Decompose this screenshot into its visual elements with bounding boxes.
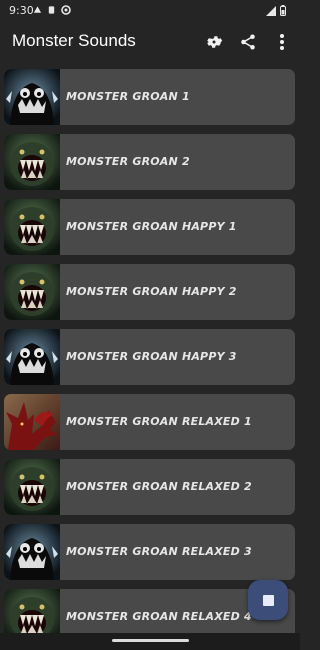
sound-label: MONSTER GROAN 2 — [66, 155, 190, 168]
page-title: Monster Sounds — [12, 31, 136, 50]
sound-item[interactable]: MONSTER GROAN RELAXED 1 — [4, 394, 295, 450]
sound-item[interactable]: MONSTER GROAN HAPPY 3 — [4, 329, 295, 385]
sync-icon — [61, 5, 71, 15]
monster-thumbnail — [4, 329, 60, 385]
monster-thumbnail — [4, 524, 60, 580]
monster-thumbnail — [4, 459, 60, 515]
sound-item[interactable]: MONSTER GROAN HAPPY 1 — [4, 199, 295, 255]
sound-item[interactable]: MONSTER GROAN HAPPY 2 — [4, 264, 295, 320]
monster-thumbnail — [4, 134, 60, 190]
stop-icon — [262, 594, 274, 606]
sound-item[interactable]: MONSTER GROAN 1 — [4, 69, 295, 125]
app-bar: Monster Sounds — [0, 22, 300, 62]
download-icon — [48, 6, 55, 14]
app-actions — [204, 32, 292, 52]
sound-label: MONSTER GROAN RELAXED 3 — [66, 545, 252, 558]
more-options-button[interactable] — [272, 32, 292, 52]
sound-item[interactable]: MONSTER GROAN 2 — [4, 134, 295, 190]
stop-button[interactable] — [248, 580, 288, 620]
sound-label: MONSTER GROAN 1 — [66, 90, 190, 103]
navigation-bar — [0, 633, 300, 650]
status-time: 9:30 — [9, 4, 34, 17]
sound-label: MONSTER GROAN HAPPY 2 — [66, 285, 237, 298]
sound-label: MONSTER GROAN RELAXED 1 — [66, 415, 252, 428]
share-icon — [241, 34, 255, 50]
status-right-icons — [266, 5, 286, 16]
status-left-icons — [33, 5, 71, 15]
share-button[interactable] — [238, 32, 258, 52]
home-handle[interactable] — [112, 639, 189, 642]
sound-label: MONSTER GROAN HAPPY 3 — [66, 350, 237, 363]
status-bar: 9:30 — [0, 0, 300, 22]
monster-thumbnail — [4, 69, 60, 125]
sound-item[interactable]: MONSTER GROAN RELAXED 2 — [4, 459, 295, 515]
battery-icon — [280, 5, 286, 16]
more-vert-icon — [280, 34, 284, 50]
monster-thumbnail — [4, 394, 60, 450]
notification-icon — [33, 6, 42, 13]
monster-thumbnail — [4, 264, 60, 320]
settings-button[interactable] — [204, 32, 224, 52]
monster-thumbnail — [4, 199, 60, 255]
sound-label: MONSTER GROAN RELAXED 2 — [66, 480, 252, 493]
signal-icon — [266, 5, 276, 16]
sound-item[interactable]: MONSTER GROAN RELAXED 3 — [4, 524, 295, 580]
sound-label: MONSTER GROAN HAPPY 1 — [66, 220, 237, 233]
settings-icon — [207, 36, 223, 48]
